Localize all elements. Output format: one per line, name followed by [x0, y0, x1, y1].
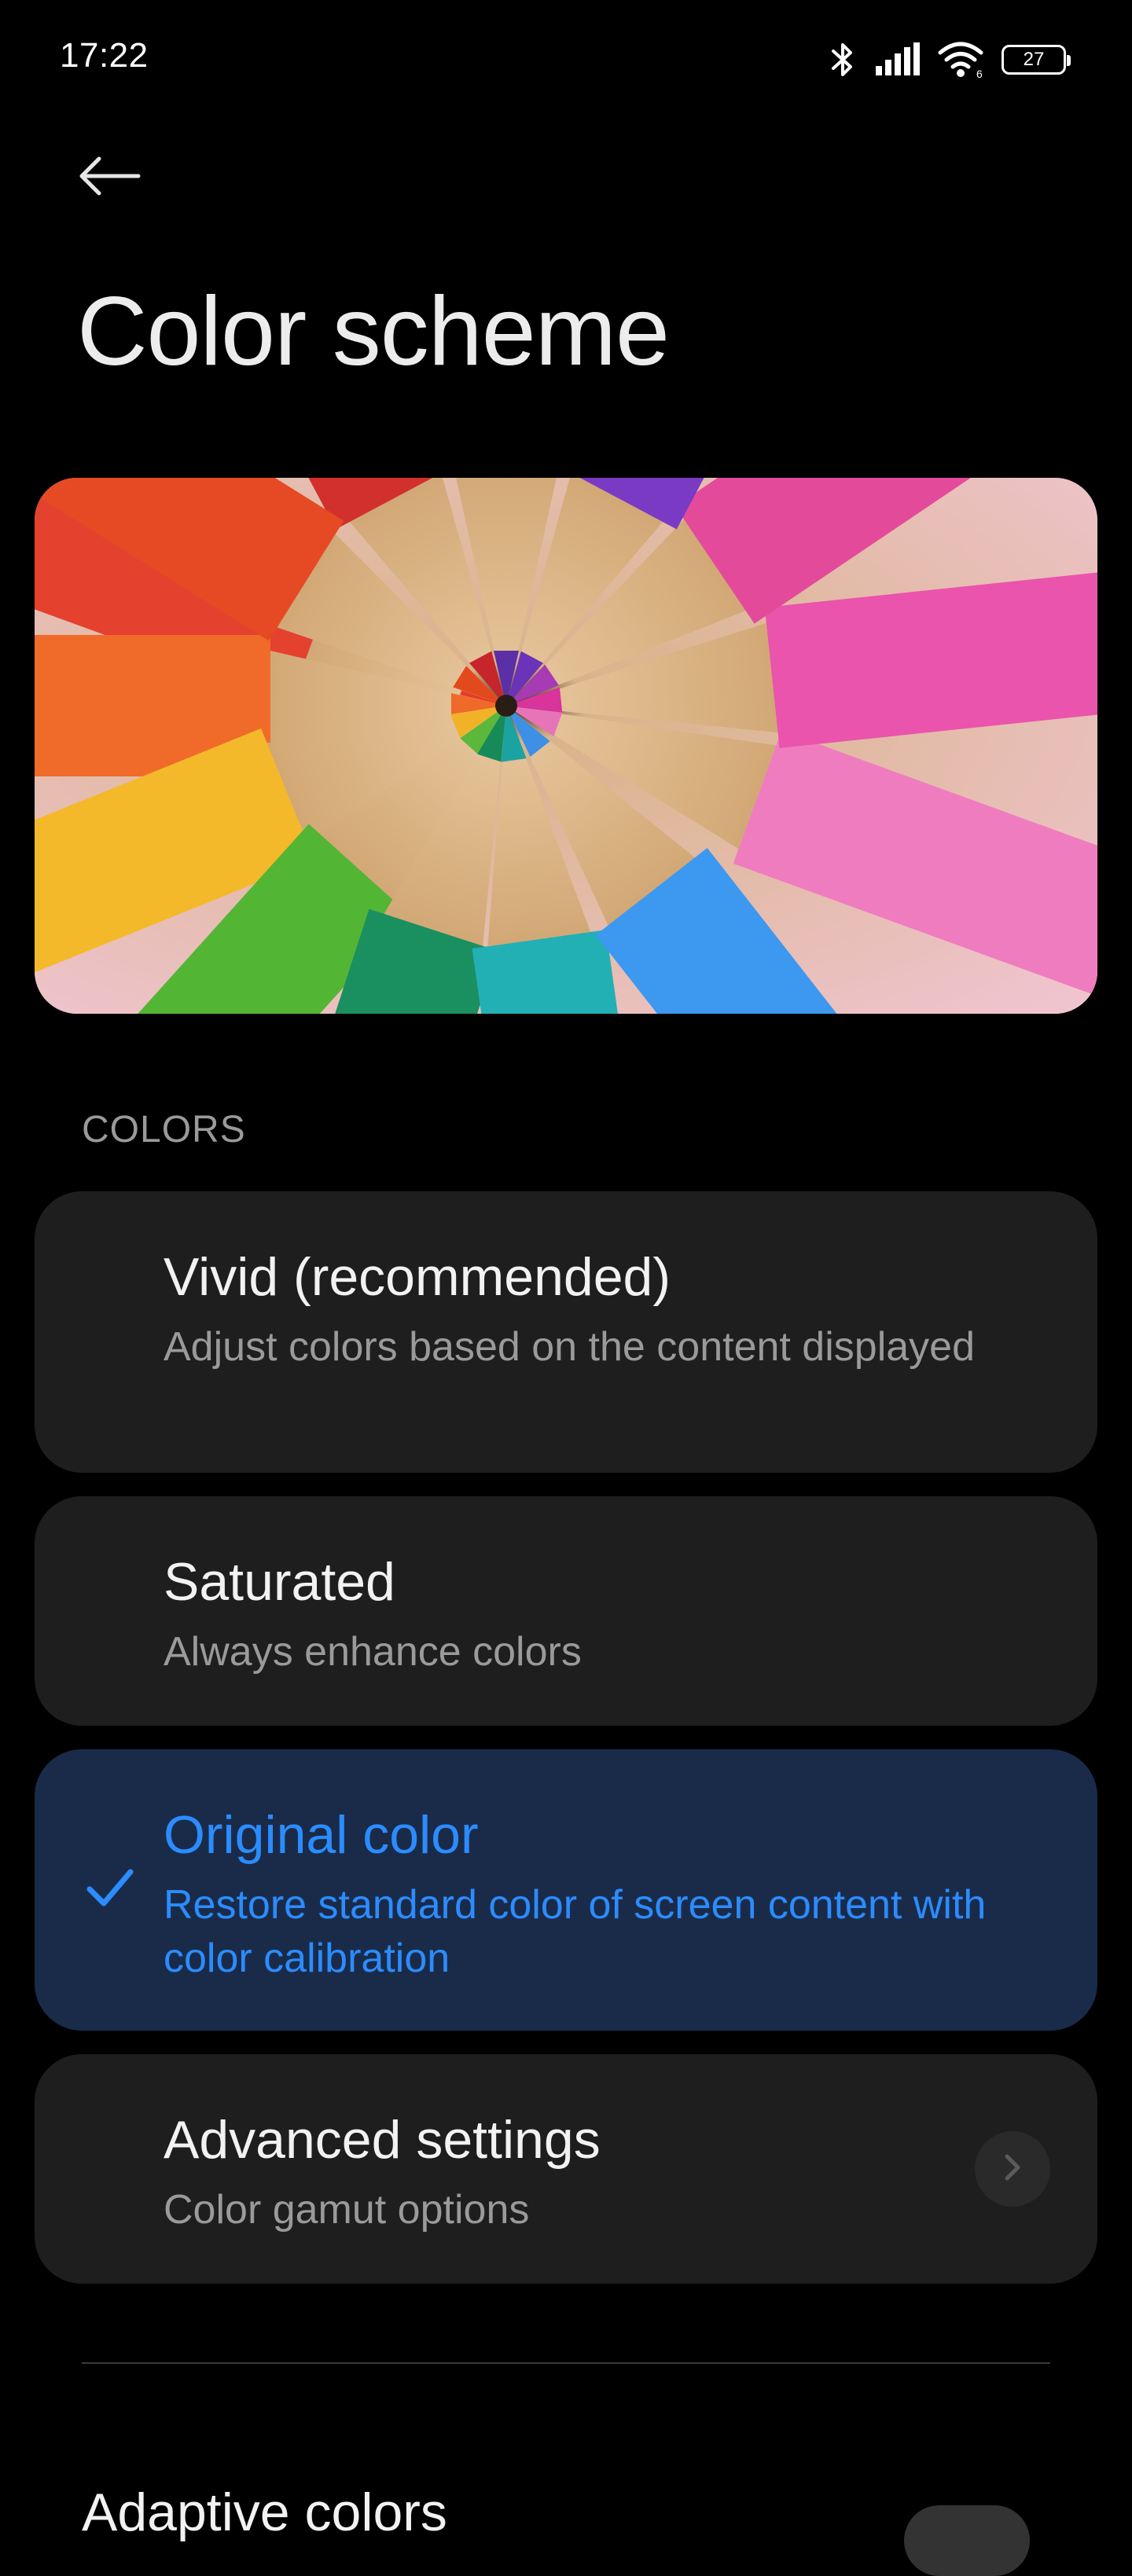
chevron-right-icon [1001, 2152, 1024, 2187]
check-icon [85, 1866, 135, 1914]
option-title: Original color [164, 1805, 479, 1865]
back-arrow-icon [75, 152, 142, 204]
chevron-right-button[interactable] [975, 2131, 1050, 2207]
bluetooth-icon [827, 40, 858, 79]
page-title: Color scheme [77, 277, 670, 386]
advanced-settings-title: Advanced settings [164, 2110, 601, 2170]
option-vivid[interactable]: Vivid (recommended) Adjust colors based … [35, 1191, 1097, 1473]
adaptive-colors-toggle[interactable] [904, 2505, 1030, 2576]
advanced-settings-description: Color gamut options [164, 2187, 530, 2233]
battery-icon: 27 [1002, 45, 1071, 75]
status-icons: 6 27 [827, 36, 1071, 83]
signal-icon [874, 42, 921, 77]
adaptive-colors-title: Adaptive colors [82, 2482, 447, 2542]
wifi-icon: 6 [937, 40, 986, 79]
advanced-settings-item[interactable]: Advanced settings Color gamut options [35, 2054, 1097, 2284]
status-time: 17:22 [60, 36, 149, 75]
option-description: Adjust colors based on the content displ… [164, 1324, 976, 1370]
divider [82, 2362, 1050, 2364]
option-description: Always enhance colors [164, 1629, 582, 1675]
status-bar: 17:22 6 27 [0, 0, 1132, 118]
option-title: Saturated [164, 1552, 395, 1612]
option-description: Restore standard color of screen content… [164, 1882, 987, 1981]
option-saturated[interactable]: Saturated Always enhance colors [35, 1496, 1097, 1726]
color-preview-image [35, 478, 1097, 1014]
option-original-color[interactable]: Original color Restore standard color of… [35, 1749, 1097, 2031]
back-button[interactable] [75, 146, 154, 209]
battery-level: 27 [1023, 49, 1045, 70]
section-label-colors: COLORS [82, 1109, 246, 1150]
svg-text:6: 6 [976, 68, 983, 79]
option-title: Vivid (recommended) [164, 1247, 671, 1307]
